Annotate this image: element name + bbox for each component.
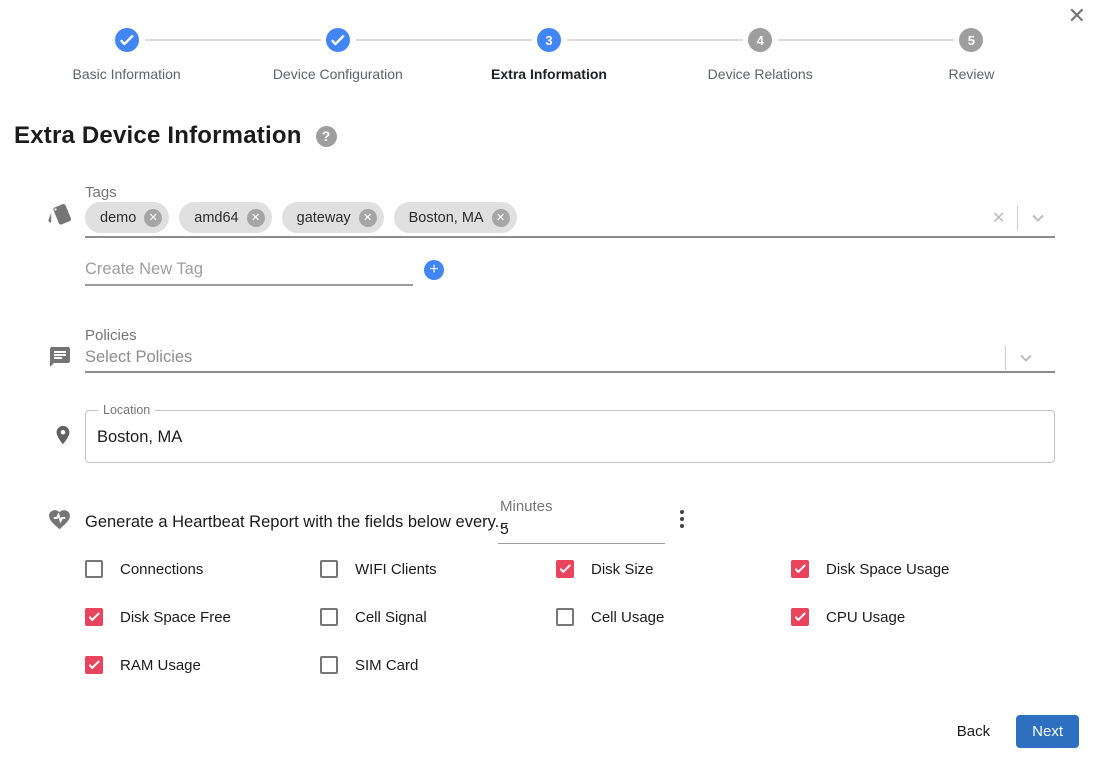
remove-tag-icon[interactable]: ✕ xyxy=(358,208,377,227)
remove-tag-icon[interactable]: ✕ xyxy=(246,208,265,227)
minutes-input[interactable] xyxy=(500,519,665,541)
heartbeat-icon xyxy=(47,507,72,537)
step-check-icon xyxy=(325,28,350,52)
stepper-step[interactable]: 5 Review xyxy=(866,28,1077,82)
stepper-connector xyxy=(356,39,532,41)
tag-chip-label: demo xyxy=(100,209,137,226)
heartbeat-field-checkbox[interactable]: Cell Usage xyxy=(556,606,791,628)
create-tag-underline xyxy=(85,284,413,286)
extra-device-info-dialog: ✕ Basic Information Device Configuration… xyxy=(0,0,1098,764)
heartbeat-field-checkbox[interactable]: Cell Signal xyxy=(320,606,556,628)
heartbeat-field-checkbox[interactable]: Disk Space Free xyxy=(85,606,320,628)
remove-tag-icon[interactable]: ✕ xyxy=(144,208,163,227)
wizard-stepper: Basic Information Device Configuration 3… xyxy=(21,28,1077,90)
tags-clear-icon[interactable]: ✕ xyxy=(980,208,1017,228)
heartbeat-description: Generate a Heartbeat Report with the fie… xyxy=(85,513,509,531)
checkbox-icon[interactable] xyxy=(85,656,103,674)
heartbeat-field-checkbox[interactable]: CPU Usage xyxy=(791,606,1027,628)
minutes-underline xyxy=(498,543,665,544)
tag-chip: Boston, MA ✕ xyxy=(393,202,517,233)
location-label: Location xyxy=(98,403,156,417)
tags-chip-list: demo ✕ amd64 ✕ gateway ✕ Boston, MA ✕ xyxy=(85,202,517,233)
checkbox-icon[interactable] xyxy=(85,560,103,578)
page-title: Extra Device Information xyxy=(14,122,302,149)
tags-underline xyxy=(85,236,1055,238)
checkbox-icon[interactable] xyxy=(791,560,809,578)
step-number: 3 xyxy=(537,28,561,52)
step-label: Device Relations xyxy=(707,66,813,82)
help-icon[interactable]: ? xyxy=(315,125,337,147)
heartbeat-field-checkbox[interactable]: SIM Card xyxy=(320,654,556,676)
step-number: 4 xyxy=(748,28,773,52)
stepper-connector xyxy=(145,39,321,41)
minutes-label: Minutes xyxy=(500,498,553,515)
step-label: Device Configuration xyxy=(272,66,403,82)
heartbeat-field-checkbox[interactable]: WIFI Clients xyxy=(320,558,556,580)
remove-tag-icon[interactable]: ✕ xyxy=(491,208,510,227)
create-tag-input[interactable] xyxy=(85,256,413,282)
kebab-menu-icon[interactable] xyxy=(673,508,691,530)
tag-chip-label: amd64 xyxy=(194,209,239,226)
stepper-step[interactable]: 3 Extra Information xyxy=(443,28,654,82)
tag-chip: demo ✕ xyxy=(85,202,170,233)
heartbeat-fields-grid: Connections WIFI Clients Disk Size Disk … xyxy=(85,558,1075,676)
step-number: 5 xyxy=(959,28,984,52)
step-label: Extra Information xyxy=(491,66,607,82)
tags-label: Tags xyxy=(85,184,117,201)
checkbox-icon[interactable] xyxy=(320,656,338,674)
checkbox-icon[interactable] xyxy=(320,608,338,626)
location-field[interactable] xyxy=(85,410,1055,463)
heartbeat-field-checkbox[interactable]: RAM Usage xyxy=(85,654,320,676)
tag-chip-label: Boston, MA xyxy=(408,209,484,226)
step-label: Review xyxy=(948,66,995,82)
step-label: Basic Information xyxy=(72,66,181,82)
policies-icon xyxy=(48,345,72,374)
checkbox-icon[interactable] xyxy=(556,560,574,578)
policies-underline xyxy=(85,371,1055,373)
checkbox-icon[interactable] xyxy=(556,608,574,626)
checkbox-icon[interactable] xyxy=(320,560,338,578)
heartbeat-field-checkbox[interactable]: Disk Space Usage xyxy=(791,558,1027,580)
location-value: Boston, MA xyxy=(97,428,183,446)
add-tag-button[interactable]: + xyxy=(424,260,444,280)
checkbox-icon[interactable] xyxy=(791,608,809,626)
tag-chip: amd64 ✕ xyxy=(179,202,272,233)
policies-select[interactable]: Select Policies xyxy=(85,348,192,367)
stepper-step[interactable]: 4 Device Relations xyxy=(655,28,866,82)
stepper-connector xyxy=(778,39,954,41)
stepper-step[interactable]: Basic Information xyxy=(21,28,232,82)
step-check-icon xyxy=(114,28,139,52)
policies-label: Policies xyxy=(85,327,137,344)
back-button[interactable]: Back xyxy=(943,715,1004,748)
tags-chevron-down-icon[interactable] xyxy=(1018,208,1058,228)
stepper-connector xyxy=(567,39,743,41)
heartbeat-field-checkbox[interactable]: Disk Size xyxy=(556,558,791,580)
stepper-step[interactable]: Device Configuration xyxy=(232,28,443,82)
next-button[interactable]: Next xyxy=(1016,715,1079,748)
tag-chip-label: gateway xyxy=(296,209,351,226)
policies-chevron-down-icon[interactable] xyxy=(1006,348,1046,368)
location-pin-icon xyxy=(52,424,74,451)
tag-chip: gateway ✕ xyxy=(281,202,384,233)
checkbox-icon[interactable] xyxy=(85,608,103,626)
tags-icon xyxy=(47,201,73,232)
heartbeat-field-checkbox[interactable]: Connections xyxy=(85,558,320,580)
